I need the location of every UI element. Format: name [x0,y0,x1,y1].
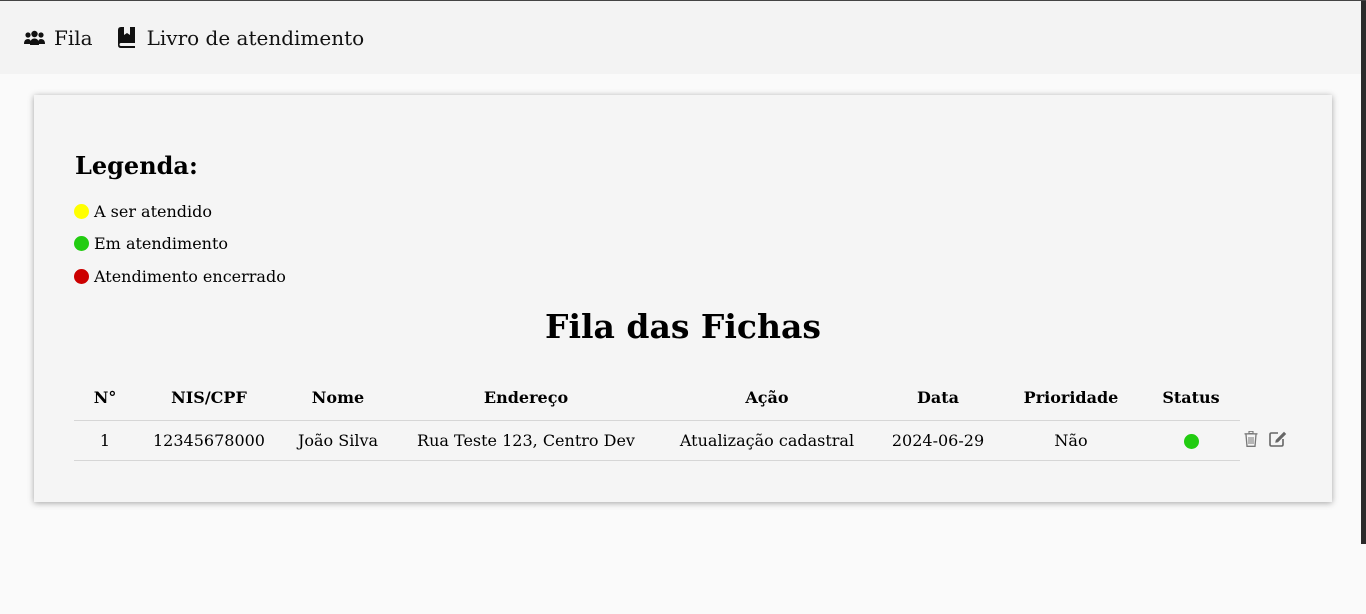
legend-item-label: Em atendimento [94,234,229,253]
scrollbar[interactable] [1361,1,1366,544]
column-header-nis-cpf: NIS/CPF [136,374,282,421]
main-card: Legenda: A ser atendido Em atendimento A… [34,95,1332,502]
row-actions [1244,430,1287,451]
green-status-dot-icon [74,236,89,251]
column-header-prioridade: Prioridade [1000,374,1142,421]
page-title: Fila das Fichas [545,307,821,346]
cell-nome: João Silva [282,420,394,461]
column-header-nome: Nome [282,374,394,421]
status-dot-icon [1183,434,1199,449]
table-header-row: N° NIS/CPF Nome Endereço Ação Data Prior… [74,374,1240,421]
legend-item-label: Atendimento encerrado [94,267,286,286]
cell-data: 2024-06-29 [876,420,1000,461]
cell-endereco: Rua Teste 123, Centro Dev [394,420,658,461]
yellow-status-dot-icon [74,204,89,219]
users-icon [24,30,45,46]
legend-item-em-atendimento: Em atendimento [74,234,228,253]
table-row: 1 12345678000 João Silva Rua Teste 123, … [74,420,1240,461]
edit-icon[interactable] [1269,431,1287,451]
column-header-acao: Ação [658,374,876,421]
legend-title: Legenda: [75,151,198,180]
nav-item-label: Fila [54,25,93,50]
cell-acao: Atualização cadastral [658,420,876,461]
column-header-endereco: Endereço [394,374,658,421]
column-header-data: Data [876,374,1000,421]
book-bookmark-icon [117,27,136,48]
cell-numero: 1 [74,420,136,461]
nav-item-livro-de-atendimento[interactable]: Livro de atendimento [117,25,365,50]
nav-item-label: Livro de atendimento [146,25,365,50]
cell-prioridade: Não [1000,420,1142,461]
nav-item-fila[interactable]: Fila [24,26,93,50]
column-header-numero: N° [74,374,136,421]
cell-status [1142,420,1240,461]
fichas-table: N° NIS/CPF Nome Endereço Ação Data Prior… [74,374,1240,461]
top-navbar: Fila Livro de atendimento [0,1,1366,74]
legend-item-label: A ser atendido [94,202,213,221]
trash-icon[interactable] [1244,430,1258,451]
legend-item-atendimento-encerrado: Atendimento encerrado [74,267,286,286]
column-header-status: Status [1142,374,1240,421]
red-status-dot-icon [74,269,89,284]
cell-nis-cpf: 12345678000 [136,420,282,461]
legend-item-a-ser-atendido: A ser atendido [74,202,212,221]
